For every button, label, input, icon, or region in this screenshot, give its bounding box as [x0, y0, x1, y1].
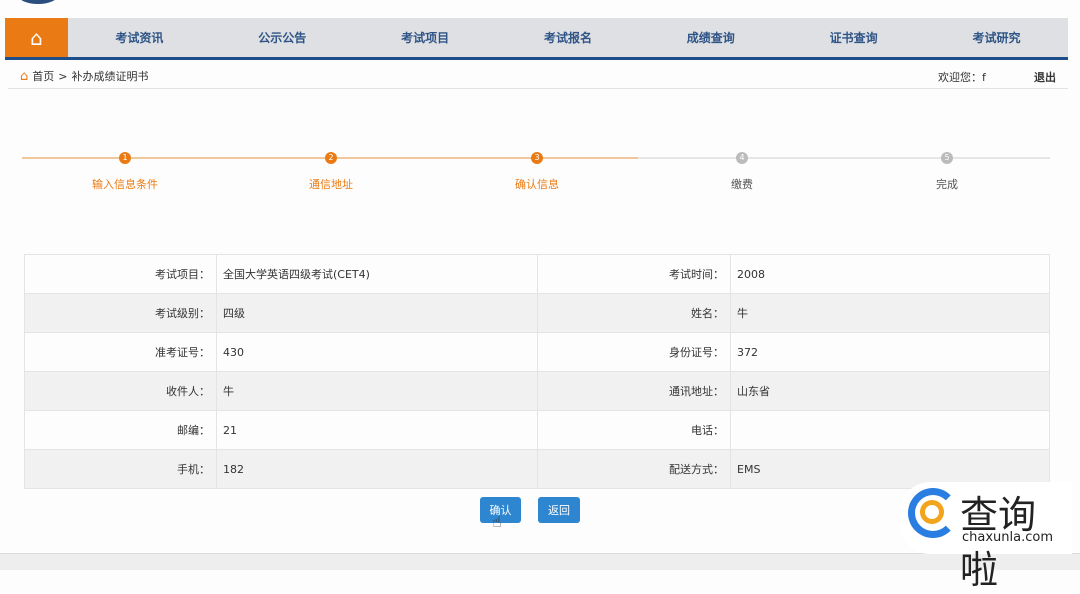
field-label: 准考证号： [24, 332, 217, 372]
nav-item[interactable]: 考试项目 [401, 29, 449, 46]
welcome-text: 欢迎您：f [938, 71, 986, 84]
step-number: 4 [736, 152, 748, 164]
field-value: 430 [216, 332, 538, 372]
breadcrumb-current: 补办成绩证明书 [71, 70, 149, 83]
field-label: 考试级别： [24, 293, 217, 333]
step-label: 完成 [936, 178, 958, 191]
field-label: 姓名： [537, 293, 731, 333]
nav-item[interactable]: 考试报名 [544, 29, 592, 46]
step-3: 3 确认信息 [457, 152, 617, 192]
field-label: 邮编： [24, 410, 217, 450]
step-label: 缴费 [731, 178, 753, 191]
watermark-magnifier-icon [920, 500, 944, 524]
info-table: 考试项目： 全国大学英语四级考试(CET4) 考试时间： 2008 考试级别： 四级 姓名：… [24, 254, 1050, 489]
field-value: 四级 [216, 293, 538, 333]
step-number: 3 [531, 152, 543, 164]
watermark-domain: chaxunla.com [962, 530, 1053, 545]
table-row: 考试项目： 全国大学英语四级考试(CET4) 考试时间： 2008 [24, 254, 1050, 294]
step-number: 1 [119, 152, 131, 164]
field-value: 牛 [730, 293, 1050, 333]
field-label: 通讯地址： [537, 371, 731, 411]
logout-link[interactable]: 退出 [1034, 69, 1056, 85]
field-value: 牛 [216, 371, 538, 411]
field-label: 考试项目： [24, 254, 217, 294]
step-2: 2 通信地址 [251, 152, 411, 192]
field-value: 21 [216, 410, 538, 450]
field-label: 考试时间： [537, 254, 731, 294]
site-logo [18, 0, 58, 4]
step-4: 4 缴费 [662, 152, 822, 192]
home-icon: ⌂ [20, 68, 29, 84]
step-1: 1 输入信息条件 [45, 152, 205, 192]
field-label: 配送方式： [537, 449, 731, 489]
field-label: 手机： [24, 449, 217, 489]
hand-cursor-icon: ☝ [492, 512, 502, 531]
field-value: 2008 [730, 254, 1050, 294]
field-value: 372 [730, 332, 1050, 372]
field-value: 全国大学英语四级考试(CET4) [216, 254, 538, 294]
nav-item[interactable]: 公示公告 [258, 29, 306, 46]
step-number: 2 [325, 152, 337, 164]
nav-home-button[interactable]: ⌂ [5, 18, 68, 57]
step-5: 5 完成 [867, 152, 1027, 192]
table-row: 手机： 182 配送方式： EMS [24, 449, 1050, 489]
field-value: 山东省 [730, 371, 1050, 411]
nav-item[interactable]: 证书查询 [830, 29, 878, 46]
table-row: 考试级别： 四级 姓名：牛 [24, 293, 1050, 333]
breadcrumb: ⌂ 首页 > 补办成绩证明书 [20, 68, 148, 84]
main-nav: ⌂ 考试资讯 公示公告 考试项目 考试报名 成绩查询 证书查询 考试研究 [5, 18, 1068, 60]
home-icon: ⌂ [30, 25, 43, 50]
table-row: 收件人：牛通讯地址： 山东省 [24, 371, 1050, 411]
watermark: 查询啦 chaxunla.com [900, 482, 1072, 592]
nav-item[interactable]: 考试资讯 [115, 29, 163, 46]
nav-item[interactable]: 考试研究 [972, 29, 1020, 46]
table-row: 准考证号： 430 身份证号： 372 [24, 332, 1050, 372]
back-button[interactable]: 返回 [538, 497, 580, 523]
table-row: 邮编： 21 电话： [24, 410, 1050, 450]
footer-band [0, 553, 1080, 570]
field-value: 182 [216, 449, 538, 489]
breadcrumb-home[interactable]: 首页 [32, 68, 54, 84]
field-label: 收件人： [24, 371, 217, 411]
breadcrumb-separator: > [58, 69, 68, 83]
field-value [730, 410, 1050, 450]
step-number: 5 [941, 152, 953, 164]
field-label: 身份证号： [537, 332, 731, 372]
field-label: 电话： [537, 410, 731, 450]
nav-item[interactable]: 成绩查询 [687, 29, 735, 46]
step-label: 输入信息条件 [92, 178, 158, 191]
step-label: 通信地址 [309, 178, 353, 191]
step-label: 确认信息 [515, 178, 559, 191]
divider [8, 88, 1068, 89]
